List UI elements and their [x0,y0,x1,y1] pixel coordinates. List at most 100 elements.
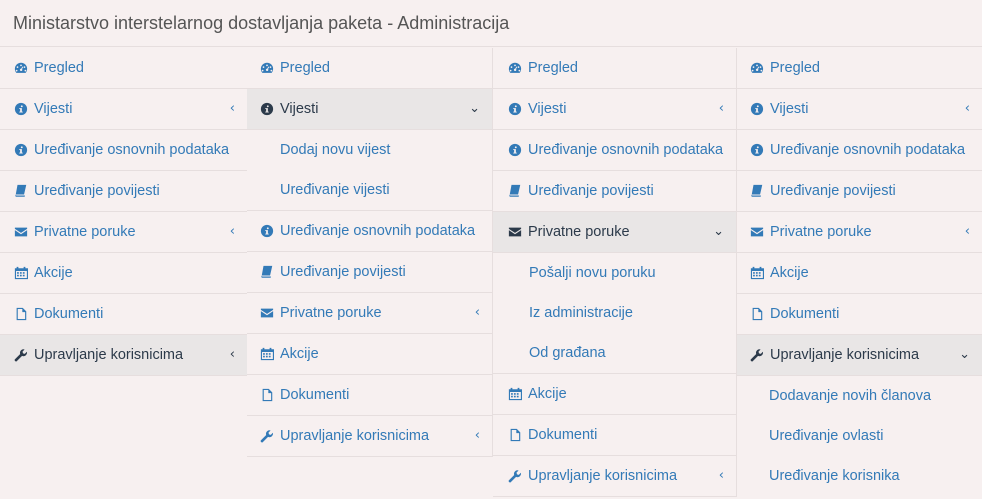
menu-item-label: Privatne poruke [280,305,382,321]
menu-item-akcije[interactable]: Akcije [493,374,736,415]
menu-item-osnovni-podaci[interactable]: Uređivanje osnovnih podataka [737,130,982,171]
menu-item-privatne-poruke[interactable]: Privatne poruke ‹ [737,212,982,253]
menu-item-label: Akcije [34,265,73,281]
menu-item-label: Privatne poruke [770,224,872,240]
menu-item-povijest[interactable]: Uređivanje povijesti [247,252,492,293]
menu-item-vijesti[interactable]: Vijesti ‹ [493,89,736,130]
menu-item-pregled[interactable]: Pregled [0,48,247,89]
menu-item-dokumenti[interactable]: Dokumenti [247,375,492,416]
menu-item-povijest[interactable]: Uređivanje povijesti [737,171,982,212]
menu-item-privatne-poruke[interactable]: Privatne poruke ‹ [0,212,247,253]
submenu-item-iz-administracije[interactable]: Iz administracije [493,293,736,333]
menu-item-akcije[interactable]: Akcije [0,253,247,294]
info-circle-icon [260,102,274,116]
menu-item-akcije[interactable]: Akcije [247,334,492,375]
menu-item-dokumenti[interactable]: Dokumenti [737,294,982,335]
calendar-icon [14,266,28,280]
book-icon [14,184,28,198]
menu-item-label: Akcije [280,346,319,362]
book-icon [260,265,274,279]
submenu-item-dodaj-vijest[interactable]: Dodaj novu vijest [247,130,492,170]
menu-item-akcije[interactable]: Akcije [737,253,982,294]
dashboard-icon [508,61,522,75]
chevron-left-icon: ‹ [718,100,724,116]
menu-item-vijesti[interactable]: Vijesti ‹ [0,89,247,130]
menu-item-label: Privatne poruke [528,224,630,240]
wrench-icon [750,348,764,362]
menu-item-label: Upravljanje korisnicima [280,428,430,444]
submenu-item-od-gradana[interactable]: Od građana [493,333,736,373]
chevron-left-icon: ‹ [964,223,970,239]
calendar-icon [508,387,522,401]
calendar-icon [750,266,764,280]
menu-item-upravljanje-korisnicima[interactable]: Upravljanje korisnicima ⌄ [737,335,982,376]
menu-item-osnovni-podaci[interactable]: Uređivanje osnovnih podataka [493,130,736,171]
menu-item-vijesti[interactable]: Vijesti ⌄ [247,89,492,130]
wrench-icon [508,469,522,483]
menu-item-privatne-poruke[interactable]: Privatne poruke ⌄ [493,212,736,253]
chevron-left-icon: ‹ [474,427,480,443]
info-circle-icon [750,143,764,157]
menu-item-osnovni-podaci[interactable]: Uređivanje osnovnih podataka [0,130,247,171]
dashboard-icon [260,61,274,75]
menu-column-3: Pregled Vijesti ‹ Uređivanje osnovnih po… [493,48,737,497]
menu-item-label: Vijesti [770,101,809,117]
dashboard-icon [14,61,28,75]
menu-item-label: Vijesti [280,101,319,117]
file-icon [260,388,274,402]
menu-item-upravljanje-korisnicima[interactable]: Upravljanje korisnicima ‹ [0,335,247,376]
info-circle-icon [508,102,522,116]
menu-item-privatne-poruke[interactable]: Privatne poruke ‹ [247,293,492,334]
menu-item-label: Uređivanje povijesti [770,183,896,199]
chevron-left-icon: ‹ [229,346,235,362]
submenu-privatne-poruke: Pošalji novu poruku Iz administracije Od… [493,253,736,374]
menu-column-1: Pregled Vijesti ‹ Uređivanje osnovnih po… [0,48,247,376]
info-circle-icon [14,102,28,116]
submenu-upravljanje-korisnicima: Dodavanje novih članova Uređivanje ovlas… [737,376,982,496]
menu-item-label: Dokumenti [280,387,350,403]
menu-item-label: Uređivanje povijesti [280,264,406,280]
submenu-item-dodavanje-clanova[interactable]: Dodavanje novih članova [737,376,982,416]
menu-item-label: Dokumenti [528,427,598,443]
menu-item-vijesti[interactable]: Vijesti ‹ [737,89,982,130]
page-title: Ministarstvo interstelarnog dostavljanja… [13,12,510,33]
menu-item-label: Vijesti [34,101,73,117]
file-icon [750,307,764,321]
page-header: Ministarstvo interstelarnog dostavljanja… [0,0,982,47]
menu-item-label: Vijesti [528,101,567,117]
info-circle-icon [14,143,28,157]
menu-item-osnovni-podaci[interactable]: Uređivanje osnovnih podataka [247,211,492,252]
submenu-vijesti: Dodaj novu vijest Uređivanje vijesti [247,130,492,211]
info-circle-icon [260,224,274,238]
menu-column-4: Pregled Vijesti ‹ Uređivanje osnovnih po… [737,48,982,496]
file-icon [508,428,522,442]
menu-item-label: Uređivanje osnovnih podataka [770,142,966,158]
menu-item-upravljanje-korisnicima[interactable]: Upravljanje korisnicima ‹ [247,416,492,457]
menu-item-povijest[interactable]: Uređivanje povijesti [493,171,736,212]
chevron-left-icon: ‹ [718,467,724,483]
menu-item-pregled[interactable]: Pregled [493,48,736,89]
menu-item-label: Dokumenti [770,306,840,322]
submenu-item-uredivanje-korisnika[interactable]: Uređivanje korisnika [737,456,982,496]
menu-item-label: Pregled [34,60,84,76]
menu-item-pregled[interactable]: Pregled [737,48,982,89]
menu-column-2: Pregled Vijesti ⌄ Dodaj novu vijest Uređ… [247,48,493,457]
menu-item-dokumenti[interactable]: Dokumenti [493,415,736,456]
menu-item-dokumenti[interactable]: Dokumenti [0,294,247,335]
dashboard-icon [750,61,764,75]
menu-item-label: Uređivanje povijesti [34,183,160,199]
wrench-icon [14,348,28,362]
info-circle-icon [508,143,522,157]
menu-item-label: Pregled [528,60,578,76]
submenu-item-posalji-poruku[interactable]: Pošalji novu poruku [493,253,736,293]
menu-item-povijest[interactable]: Uređivanje povijesti [0,171,247,212]
book-icon [750,184,764,198]
chevron-left-icon: ‹ [229,100,235,116]
submenu-item-uredivanje-ovlasti[interactable]: Uređivanje ovlasti [737,416,982,456]
submenu-item-uredivanje-vijesti[interactable]: Uređivanje vijesti [247,170,492,210]
info-circle-icon [750,102,764,116]
menu-item-pregled[interactable]: Pregled [247,48,492,89]
chevron-left-icon: ‹ [229,223,235,239]
envelope-icon [14,225,28,239]
menu-item-upravljanje-korisnicima[interactable]: Upravljanje korisnicima ‹ [493,456,736,497]
